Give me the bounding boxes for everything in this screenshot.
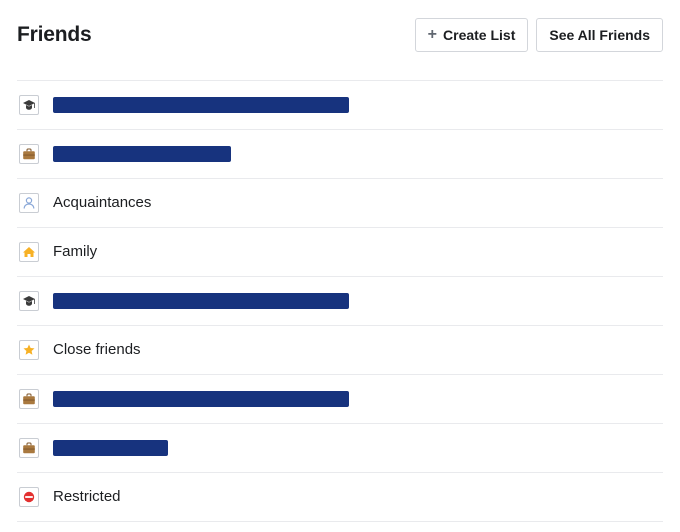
friend-list-label: Close friends <box>53 341 141 359</box>
briefcase-icon <box>19 144 39 164</box>
friend-list-label: Family <box>53 243 97 261</box>
briefcase-icon <box>19 389 39 409</box>
friend-list-row[interactable] <box>17 81 663 130</box>
redacted-label <box>53 293 349 309</box>
plus-icon: + <box>428 27 437 43</box>
friend-list-row[interactable]: Family <box>17 228 663 277</box>
page-title: Friends <box>17 23 91 47</box>
redacted-label <box>53 440 168 456</box>
graduation-cap-icon <box>19 291 39 311</box>
friend-list-row[interactable]: Restricted <box>17 473 663 522</box>
friend-list-label: Restricted <box>53 488 121 506</box>
star-icon <box>19 340 39 360</box>
see-all-friends-button[interactable]: See All Friends <box>536 18 663 52</box>
see-all-friends-label: See All Friends <box>549 28 650 42</box>
friend-list-row[interactable] <box>17 375 663 424</box>
friend-list-row[interactable]: Close friends <box>17 326 663 375</box>
redacted-label <box>53 97 349 113</box>
person-outline-icon <box>19 193 39 213</box>
create-list-label: Create List <box>443 28 515 42</box>
redacted-label <box>53 146 231 162</box>
friend-lists: Acquaintances Family Close friends Restrict… <box>17 80 663 522</box>
friend-list-row[interactable] <box>17 130 663 179</box>
friend-list-row[interactable] <box>17 277 663 326</box>
create-list-button[interactable]: + Create List <box>415 18 529 52</box>
briefcase-icon <box>19 438 39 458</box>
home-icon <box>19 242 39 262</box>
friend-list-row[interactable]: Acquaintances <box>17 179 663 228</box>
friend-list-label: Acquaintances <box>53 194 151 212</box>
header-actions: + Create List See All Friends <box>415 18 663 52</box>
graduation-cap-icon <box>19 95 39 115</box>
friends-header: Friends + Create List See All Friends <box>17 10 663 80</box>
restricted-icon <box>19 487 39 507</box>
redacted-label <box>53 391 349 407</box>
friend-list-row[interactable] <box>17 424 663 473</box>
